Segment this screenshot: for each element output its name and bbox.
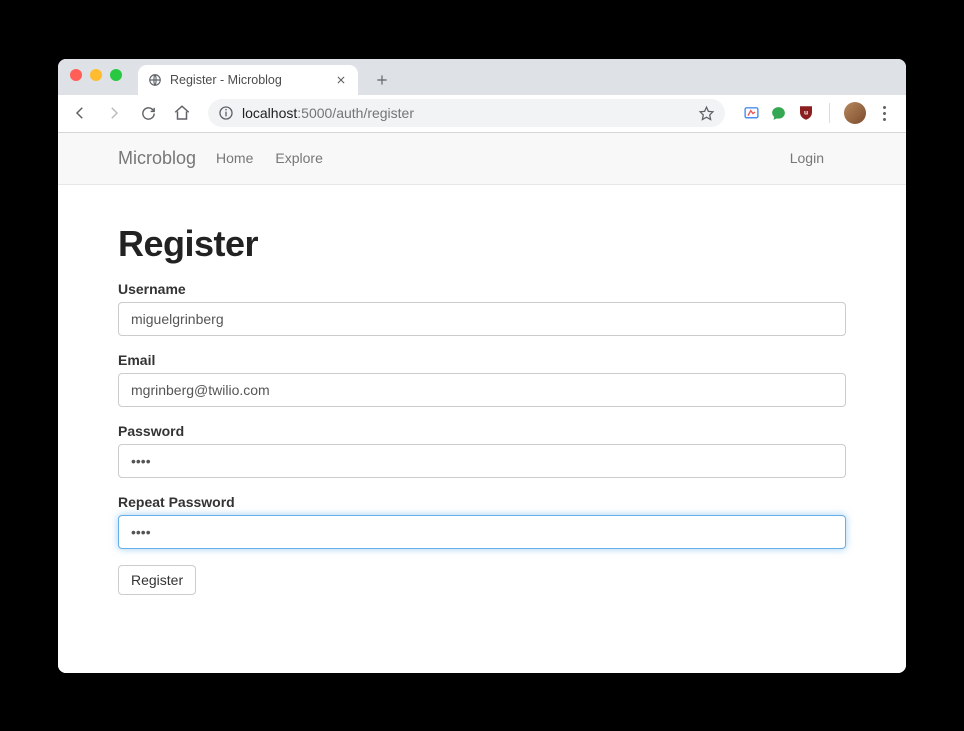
page-viewport: Microblog Home Explore Login Register Us… [58, 133, 906, 673]
svg-text:u: u [804, 110, 808, 117]
back-button[interactable] [66, 99, 94, 127]
new-tab-button[interactable] [368, 66, 396, 94]
reload-button[interactable] [134, 99, 162, 127]
browser-menu-button[interactable] [876, 106, 892, 121]
form-group-username: Username [118, 281, 846, 336]
nav-link-explore[interactable]: Explore [275, 150, 322, 166]
minimize-window-button[interactable] [90, 69, 102, 81]
extension-devtools-icon[interactable] [743, 105, 760, 122]
nav-link-home[interactable]: Home [216, 150, 253, 166]
bookmark-icon[interactable] [698, 105, 715, 122]
form-group-email: Email [118, 352, 846, 407]
repeat-password-label: Repeat Password [118, 494, 846, 510]
close-window-button[interactable] [70, 69, 82, 81]
browser-window: Register - Microblog [58, 59, 906, 673]
tab-strip: Register - Microblog [58, 59, 906, 95]
email-input[interactable] [118, 373, 846, 407]
site-info-icon[interactable] [218, 105, 234, 121]
toolbar-divider [829, 103, 830, 123]
username-input[interactable] [118, 302, 846, 336]
window-controls [70, 69, 122, 81]
profile-avatar[interactable] [844, 102, 866, 124]
browser-tab[interactable]: Register - Microblog [138, 65, 358, 95]
page-title: Register [118, 223, 846, 265]
globe-icon [148, 73, 162, 87]
tab-title: Register - Microblog [170, 73, 282, 87]
nav-link-login[interactable]: Login [790, 150, 824, 166]
password-input[interactable] [118, 444, 846, 478]
username-label: Username [118, 281, 846, 297]
home-button[interactable] [168, 99, 196, 127]
address-bar[interactable]: localhost:5000/auth/register [208, 99, 725, 127]
brand[interactable]: Microblog [118, 148, 196, 169]
browser-toolbar: localhost:5000/auth/register [58, 95, 906, 133]
page-container: Register Username Email Password Repeat … [58, 185, 906, 635]
form-group-repeat-password: Repeat Password [118, 494, 846, 549]
password-label: Password [118, 423, 846, 439]
email-label: Email [118, 352, 846, 368]
forward-button[interactable] [100, 99, 128, 127]
extension-chat-icon[interactable] [770, 105, 787, 122]
maximize-window-button[interactable] [110, 69, 122, 81]
repeat-password-input[interactable] [118, 515, 846, 549]
url-host: localhost [242, 105, 297, 121]
extension-icons: u [737, 102, 898, 124]
app-navbar: Microblog Home Explore Login [58, 133, 906, 185]
submit-button[interactable]: Register [118, 565, 196, 595]
form-group-password: Password [118, 423, 846, 478]
close-tab-button[interactable] [334, 73, 348, 87]
url-path: :5000/auth/register [297, 105, 414, 121]
url-text: localhost:5000/auth/register [242, 105, 414, 121]
extension-ublock-icon[interactable]: u [797, 104, 815, 122]
